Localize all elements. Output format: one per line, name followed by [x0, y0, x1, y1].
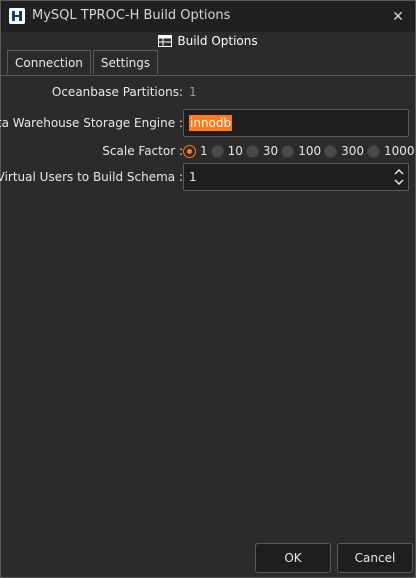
storage-engine-label: Data Warehouse Storage Engine : [0, 116, 183, 130]
scale-factor-radio-group: 1 10 30 100 300 1000 [183, 137, 415, 165]
window-title: MySQL TPROC-H Build Options [32, 8, 231, 23]
scale-factor-option-30[interactable]: 30 [245, 144, 279, 158]
radio-unchecked-icon[interactable] [281, 144, 295, 158]
tab-bar: Connection Settings [7, 50, 159, 75]
close-icon[interactable]: ✕ [381, 1, 415, 32]
scale-factor-label: Scale Factor : [102, 144, 183, 158]
table-icon [158, 35, 173, 47]
virtual-users-value: 1 [189, 170, 197, 184]
storage-engine-row: Data Warehouse Storage Engine : innodb [0, 109, 415, 137]
virtual-users-label: Virtual Users to Build Schema : [0, 170, 183, 184]
title-bar[interactable]: MySQL TPROC-H Build Options ✕ [1, 1, 415, 32]
partitions-row: Oceanbase Partitions: 1 [1, 78, 415, 106]
radio-unchecked-icon[interactable] [245, 144, 259, 158]
spin-arrows-icon[interactable] [394, 167, 404, 187]
tab-connection[interactable]: Connection [7, 50, 91, 74]
radio-checked-icon[interactable] [183, 144, 196, 158]
partitions-value: 1 [189, 85, 197, 99]
cancel-button[interactable]: Cancel [337, 543, 413, 573]
scale-factor-option-label: 10 [227, 144, 243, 158]
tab-settings[interactable]: Settings [92, 50, 159, 74]
build-options-dialog: MySQL TPROC-H Build Options ✕ Build Opti… [0, 0, 416, 578]
storage-engine-value: innodb [189, 115, 233, 131]
scale-factor-option-label: 1000 [384, 144, 415, 158]
scale-factor-option-1[interactable]: 1 [183, 144, 208, 158]
scale-factor-option-10[interactable]: 10 [210, 144, 243, 158]
ok-button[interactable]: OK [255, 543, 331, 573]
header-title: Build Options [177, 34, 258, 48]
tab-pane-border [1, 75, 415, 76]
dialog-header: Build Options [1, 32, 415, 50]
scale-factor-option-300[interactable]: 300 [324, 144, 364, 158]
scale-factor-option-100[interactable]: 100 [281, 144, 321, 158]
virtual-users-spinbox[interactable]: 1 [183, 163, 409, 191]
radio-unchecked-icon[interactable] [210, 144, 224, 158]
app-logo-icon [9, 8, 25, 24]
partitions-label: Oceanbase Partitions: [51, 85, 183, 99]
storage-engine-input[interactable]: innodb [183, 109, 409, 137]
scale-factor-option-label: 1 [200, 144, 208, 158]
radio-unchecked-icon[interactable] [367, 144, 381, 158]
scale-factor-option-label: 100 [298, 144, 322, 158]
scale-factor-option-label: 300 [341, 144, 365, 158]
scale-factor-option-1000[interactable]: 1000 [367, 144, 415, 158]
radio-unchecked-icon[interactable] [324, 144, 338, 158]
scale-factor-option-label: 30 [262, 144, 279, 158]
virtual-users-row: Virtual Users to Build Schema : 1 [0, 163, 415, 191]
scale-factor-row: Scale Factor : 1 10 30 100 300 1000 [1, 137, 415, 165]
